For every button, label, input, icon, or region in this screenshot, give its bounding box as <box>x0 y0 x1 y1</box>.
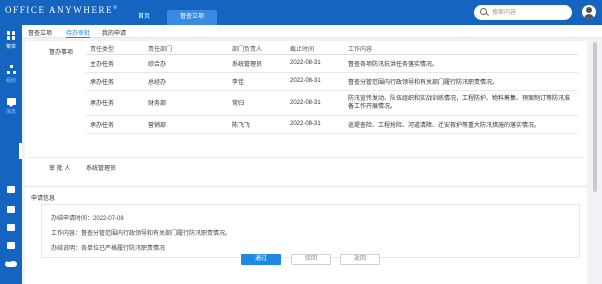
cell-dept: 综合办 <box>144 54 228 73</box>
sidebar-screen-button[interactable] <box>0 186 22 195</box>
cell-deadline: 2022-08-31 <box>286 72 344 91</box>
cell-type: 承办任务 <box>86 72 144 91</box>
app-logo[interactable]: Office Anywhere® <box>5 5 117 15</box>
section-label: 督办事项 <box>49 50 74 56</box>
vertical-scrollbar[interactable] <box>593 42 597 192</box>
cell-head: 李佳 <box>228 72 286 91</box>
cell-type: 主办任务 <box>86 54 144 73</box>
cell-head: 常归 <box>228 90 286 116</box>
apply-time-label: 办结申请时间： <box>51 216 94 222</box>
column-header: 工作内容 <box>344 43 578 55</box>
column-header: 责任类型 <box>86 43 144 55</box>
nav-tab-supervision[interactable]: 督查立项 <box>167 10 217 25</box>
main-content: 督查立项 待办审批 我的申请 督办事项 责任类型 责任部门 部门负责人 截止时间… <box>22 25 602 284</box>
cell-content: 防汛宣传发动、队伍组织和实战训练情况，工程防护、物料筹集、预案制订等防汛准备工作… <box>344 90 578 116</box>
apply-time-value: 2022-07-08 <box>93 216 124 222</box>
nav-tab-home[interactable]: 首页 <box>127 10 161 25</box>
logo-registered-mark: ® <box>113 6 118 11</box>
sidebar-item-label: 消息 <box>5 109 16 115</box>
cell-deadline: 2022-08-31 <box>286 115 344 134</box>
completion-note-label: 办结说明： <box>51 246 82 252</box>
cell-head: 陈飞飞 <box>228 115 286 134</box>
cell-content: 督查各项防汛抗洪任务落实情况。 <box>344 54 578 73</box>
table-row: 承办任务 总经办 李佳 2022-08-31 督查分管范围内行政领导和有关部门履… <box>86 72 578 91</box>
column-header: 部门负责人 <box>228 43 286 55</box>
sidebar-document-button[interactable] <box>0 206 22 215</box>
work-content-line: 工作内容：督查分管范围内行政领导和有关部门履行防汛职责情况。 <box>51 228 231 237</box>
avatar-head <box>586 7 592 13</box>
download-icon <box>7 224 15 231</box>
cell-deadline: 2022-08-31 <box>286 54 344 73</box>
completion-note-value: 各单位已严格履行防汛职责情况 <box>81 246 166 252</box>
completion-note-line: 办结说明：各单位已严格履行防汛职责情况 <box>51 243 165 252</box>
column-header: 截止时间 <box>286 43 344 55</box>
search-box[interactable] <box>474 5 572 20</box>
tab-my-applications[interactable]: 我的申请 <box>102 28 126 37</box>
message-icon <box>6 98 16 107</box>
apply-info-title: 申请信息 <box>31 196 56 202</box>
back-button[interactable]: 返回 <box>340 254 380 265</box>
cell-dept: 营销部 <box>144 115 228 134</box>
table-row: 主办任务 综合办 系统管理员 2022-08-31 督查各项防汛抗洪任务落实情况… <box>86 54 578 73</box>
cell-content: 巡堤查险、工程抢险、河道清障、迁安救护等重大防汛措施的落实情况。 <box>344 115 578 134</box>
more-icon <box>5 259 17 267</box>
reject-button[interactable]: 驳回 <box>291 254 331 265</box>
sidebar-more-button[interactable] <box>0 259 22 269</box>
logo-text: Office Anywhere <box>5 5 114 15</box>
cell-type: 承办任务 <box>86 90 144 116</box>
sidebar-item-org[interactable]: 组织 <box>0 65 22 84</box>
left-sidebar: 菜单 组织 消息 <box>0 25 22 284</box>
table-row: 承办任务 营销部 陈飞飞 2022-08-31 巡堤查险、工程抢险、河道清障、迁… <box>86 115 578 134</box>
work-content-value: 督查分管范围内行政领导和有关部门履行防汛职责情况。 <box>81 231 232 237</box>
column-header: 责任部门 <box>144 43 228 55</box>
cell-content: 督查分管范围内行政领导和有关部门履行防汛职责情况。 <box>344 72 578 91</box>
avatar-body <box>584 14 594 19</box>
approve-button[interactable]: 通过 <box>241 254 281 265</box>
shirt-icon <box>7 242 15 249</box>
apply-time-line: 办结申请时间：2022-07-08 <box>51 213 124 222</box>
top-navigation-bar: Office Anywhere® 首页 督查立项 <box>0 0 602 25</box>
user-avatar[interactable] <box>582 5 596 19</box>
detail-panel: 督办事项 责任类型 责任部门 部门负责人 截止时间 工作内容 主办任务 综合办 … <box>25 41 587 185</box>
cell-deadline: 2022-08-31 <box>286 90 344 116</box>
cell-dept: 财务部 <box>144 90 228 116</box>
cell-dept: 总经办 <box>144 72 228 91</box>
sidebar-item-label: 组织 <box>5 78 16 84</box>
sidebar-download-button[interactable] <box>0 224 22 233</box>
screen-icon <box>7 186 15 193</box>
sidebar-item-label: 菜单 <box>5 44 16 50</box>
document-icon <box>7 206 15 213</box>
reviewer-value: 系统管理员 <box>86 166 117 172</box>
apply-info-panel: 申请信息 办结申请时间：2022-07-08 工作内容：督查分管范围内行政领导和… <box>25 188 587 284</box>
sub-tab-bar: 督查立项 待办审批 我的申请 <box>22 25 602 38</box>
grid-icon <box>6 31 16 40</box>
cell-type: 承办任务 <box>86 115 144 134</box>
tab-pending-approval[interactable]: 待办审批 <box>66 28 91 38</box>
task-table: 责任类型 责任部门 部门负责人 截止时间 工作内容 主办任务 综合办 系统管理员… <box>86 43 578 134</box>
reviewer-label: 审 批 人 <box>49 166 71 172</box>
apply-info-box: 办结申请时间：2022-07-08 工作内容：督查分管范围内行政领导和有关部门履… <box>41 204 580 258</box>
table-row: 承办任务 财务部 常归 2022-08-31 防汛宣传发动、队伍组织和实战训练情… <box>86 90 578 116</box>
work-content-label: 工作内容： <box>51 231 82 237</box>
sidebar-item-menu[interactable]: 菜单 <box>0 31 22 50</box>
sidebar-theme-button[interactable] <box>0 242 22 251</box>
divider <box>28 157 584 158</box>
tab-supervision-project[interactable]: 督查立项 <box>28 28 52 37</box>
table-header-row: 责任类型 责任部门 部门负责人 截止时间 工作内容 <box>86 43 578 55</box>
org-tree-icon <box>6 65 16 74</box>
cell-head: 系统管理员 <box>228 54 286 73</box>
search-input[interactable] <box>492 7 568 18</box>
sidebar-item-messages[interactable]: 消息 <box>0 98 22 115</box>
search-icon <box>480 8 487 15</box>
